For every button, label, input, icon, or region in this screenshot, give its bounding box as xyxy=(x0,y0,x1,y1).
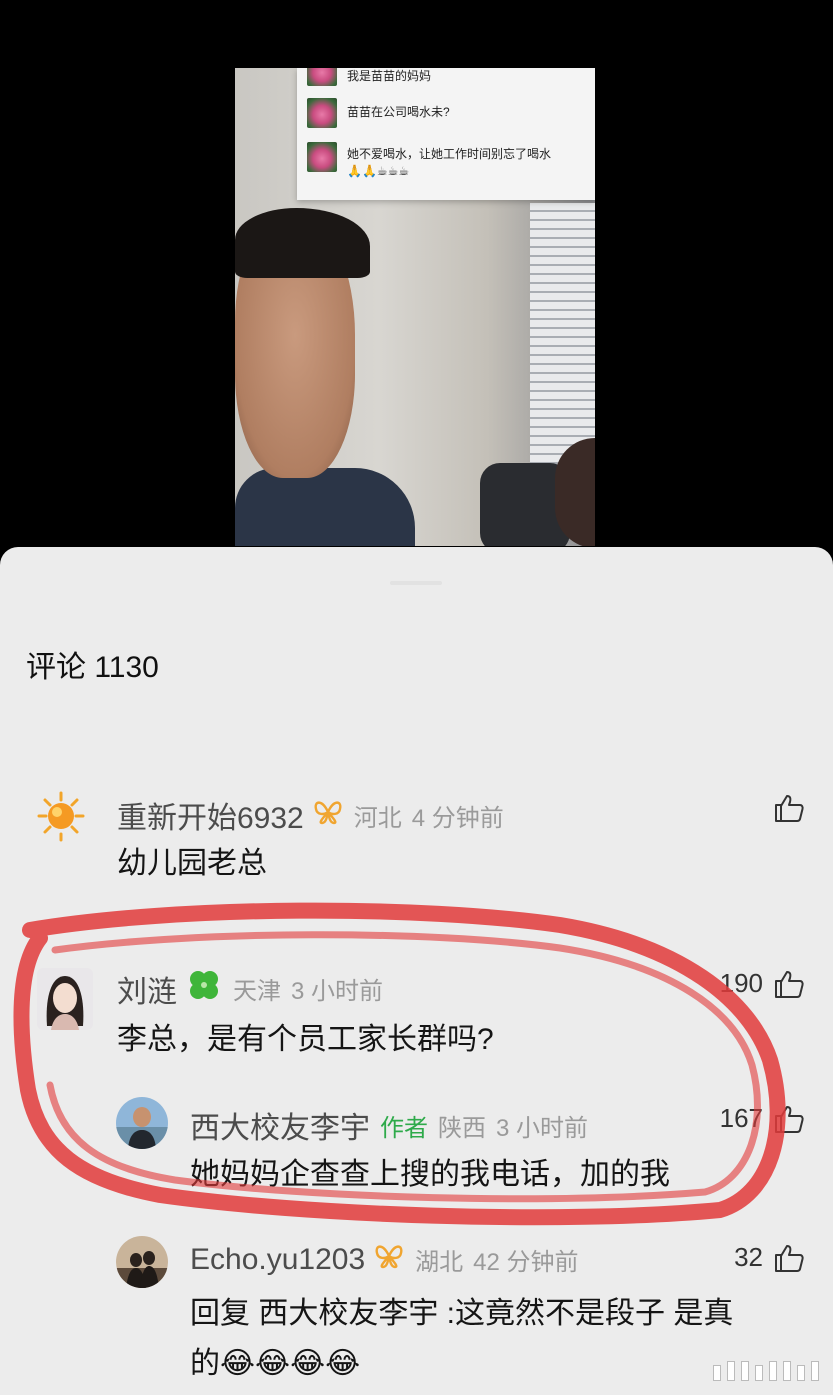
thumbs-up-icon xyxy=(775,970,804,998)
person-shirt xyxy=(235,468,415,546)
reply-time: 42 分钟前 xyxy=(473,1249,579,1276)
butterfly-badge-icon xyxy=(373,1243,405,1276)
chat-message-text: 苗苗在公司喝水未? xyxy=(347,105,450,119)
chat-message: 她不爱喝水，让她工作时间别忘了喝水🙏🙏☕☕☕ xyxy=(307,142,562,180)
like-button[interactable]: 190 xyxy=(720,968,805,999)
like-count: 32 xyxy=(734,1242,763,1272)
comment-text: 李总，是有个员工家长群吗? xyxy=(117,1023,494,1056)
comments-count-title: 评论 1130 xyxy=(26,651,159,684)
lotus-avatar-icon xyxy=(307,98,337,128)
thumbs-up-icon xyxy=(775,1244,804,1272)
reply-username[interactable]: Echo.yu1203 xyxy=(190,1243,365,1277)
like-count: 190 xyxy=(719,968,763,998)
lotus-avatar-icon xyxy=(307,68,337,86)
reply-meta: Echo.yu1203 湖北 42 分钟前 xyxy=(190,1242,579,1277)
reply-text-line: 的😂😂😂😂 xyxy=(190,1347,361,1380)
comment-location: 天津 xyxy=(233,978,281,1005)
person-hair xyxy=(235,208,370,278)
chat-message: 我是苗苗的妈妈 xyxy=(307,68,431,86)
user-avatar[interactable] xyxy=(116,1097,168,1149)
lotus-avatar-icon xyxy=(307,142,337,172)
watermark xyxy=(713,1361,819,1381)
clover-badge-icon xyxy=(185,966,223,1011)
reply-meta: 西大校友李宇 作者 陕西 3 小时前 xyxy=(190,1103,588,1147)
reply-location: 湖北 xyxy=(415,1249,464,1276)
sun-icon xyxy=(37,791,85,842)
reply-text: 她妈妈企查查上搜的我电话，加的我 xyxy=(190,1158,670,1191)
comment-time: 4 分钟前 xyxy=(411,804,504,832)
comment-meta: 重新开始6932 河北 4 分钟前 xyxy=(117,793,504,837)
reply-time: 3 小时前 xyxy=(496,1114,589,1142)
comment-username[interactable]: 重新开始6932 xyxy=(117,793,304,837)
thumbs-up-icon xyxy=(775,1105,804,1133)
like-button[interactable]: 32 xyxy=(734,1242,805,1273)
sheet-drag-handle[interactable] xyxy=(390,581,442,585)
like-button[interactable]: 167 xyxy=(720,1103,805,1134)
girl-avatar-icon xyxy=(37,968,93,1030)
man-avatar-icon xyxy=(116,1097,168,1149)
comment-location: 河北 xyxy=(353,804,402,832)
butterfly-badge-icon xyxy=(312,799,344,832)
user-avatar[interactable] xyxy=(116,1236,168,1288)
comment-text: 幼儿园老总 xyxy=(117,847,267,880)
sun-avatar[interactable] xyxy=(35,790,87,850)
like-count: 167 xyxy=(719,1103,763,1133)
girl-avatar[interactable] xyxy=(37,968,93,1030)
reply-text-line: 回复 西大校友李宇 :这竟然不是段子 是真 xyxy=(190,1297,734,1330)
chat-message-text: 我是苗苗的妈妈 xyxy=(347,69,432,83)
comment-meta: 刘涟 天津 3 小时前 xyxy=(117,966,383,1011)
chat-message-text: 她不爱喝水，让她工作时间别忘了喝水🙏🙏☕☕☕ xyxy=(347,147,552,178)
like-button[interactable] xyxy=(763,793,805,823)
chat-screenshot-overlay: 我是苗苗的妈妈 苗苗在公司喝水未? 她不爱喝水，让她工作时间别忘了喝水🙏🙏☕☕☕ xyxy=(297,68,595,200)
reply-location: 陕西 xyxy=(438,1114,486,1142)
comment-time: 3 小时前 xyxy=(291,978,384,1005)
video-player[interactable]: 我是苗苗的妈妈 苗苗在公司喝水未? 她不爱喝水，让她工作时间别忘了喝水🙏🙏☕☕☕ xyxy=(235,68,595,546)
couple-avatar-icon xyxy=(116,1236,168,1288)
thumbs-up-icon xyxy=(775,795,804,822)
author-tag: 作者 xyxy=(380,1114,428,1142)
comment-username[interactable]: 刘涟 xyxy=(117,967,177,1011)
chat-message: 苗苗在公司喝水未? xyxy=(307,98,450,128)
reply-username[interactable]: 西大校友李宇 xyxy=(190,1103,370,1147)
